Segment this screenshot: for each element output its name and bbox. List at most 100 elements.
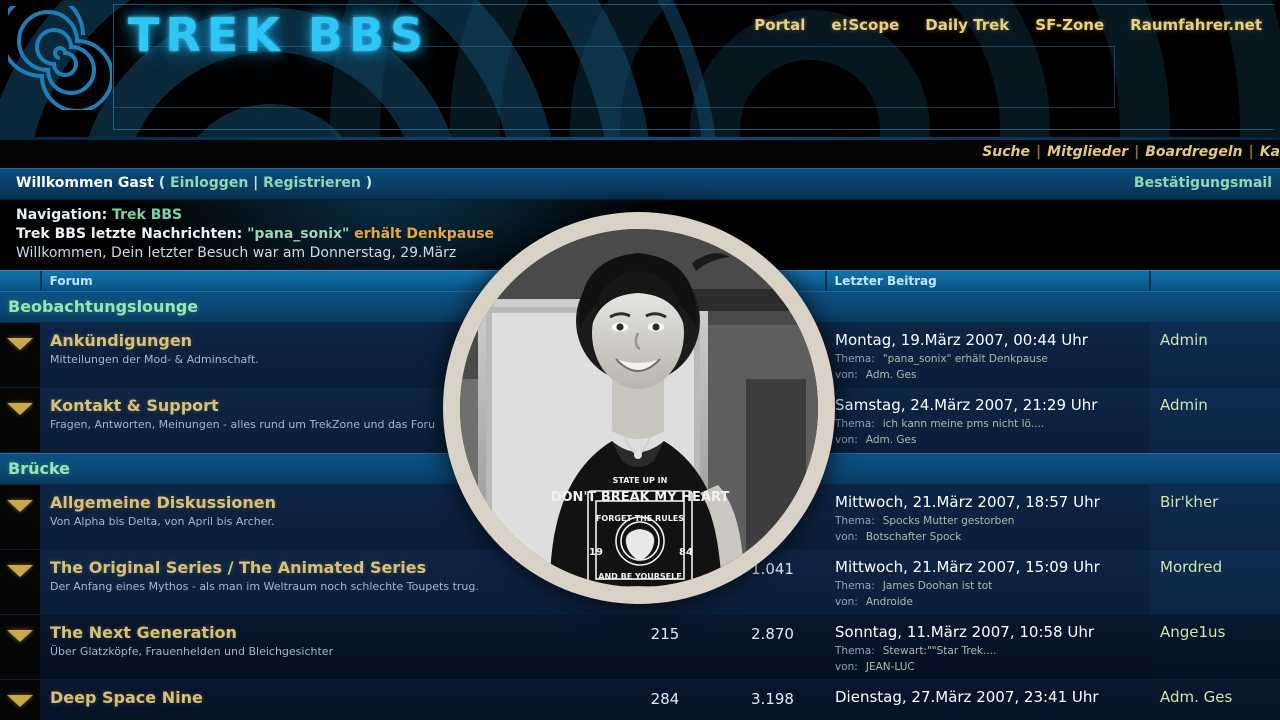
last-post-author-label: von: (835, 531, 858, 543)
secondary-navigation-bar: Suche | Mitglieder | Boardregeln | Ka (0, 140, 1280, 168)
svg-text:84: 84 (679, 547, 693, 558)
forum-unread-triangle-icon (7, 630, 33, 642)
forum-title-link[interactable]: Deep Space Nine (40, 688, 610, 707)
forum-post-count: 3.198 (751, 690, 794, 708)
subnav-separator-2: | (1134, 144, 1140, 160)
breadcrumb-label: Navigation: (16, 207, 108, 223)
last-post-topic: Thema: Stewart:""Star Trek.... (825, 641, 1150, 657)
last-post-author-value[interactable]: Botschafter Spock (858, 531, 961, 543)
last-post-date: Samstag, 24.März 2007, 21:29 Uhr (835, 396, 1098, 414)
last-post-topic: Thema: Spocks Mutter gestorben (825, 511, 1150, 527)
portrait-overlay-circle: STATE UP IN DON'T BREAK MY HEART FORGET … (443, 212, 835, 604)
topnav-item-daily-trek[interactable]: Daily Trek (925, 16, 1009, 34)
topnav-item-sf-zone[interactable]: SF-Zone (1035, 16, 1104, 34)
subnav-item-boardregeln[interactable]: Boardregeln (1145, 144, 1242, 160)
last-post-username[interactable]: Admin (1150, 396, 1280, 414)
forum-status-icon-cell (0, 388, 40, 452)
forum-status-icon-cell (0, 615, 40, 679)
last-post-author-value[interactable]: Adm. Ges (858, 369, 917, 381)
last-post-author-label: von: (835, 661, 858, 673)
last-post-topic-label: Thema: (835, 353, 875, 365)
subnav-item-suche[interactable]: Suche (982, 144, 1030, 160)
forum-info-cell: Deep Space Nine (40, 680, 610, 720)
table-row[interactable]: Deep Space Nine 284 3.198 Dienstag, 27.M… (0, 680, 1280, 720)
last-post-user-cell: Bir'kher (1150, 485, 1280, 549)
last-post-author-value[interactable]: JEAN-LUC (858, 661, 915, 673)
subnav-item-kalender-truncated[interactable]: Ka (1260, 144, 1280, 160)
last-post-cell: Mittwoch, 21.März 2007, 15:09 Uhr Thema:… (825, 550, 1150, 614)
forum-description: Über Glatzköpfe, Frauenhelden und Bleich… (50, 645, 334, 658)
forum-unread-triangle-icon (7, 695, 33, 707)
last-post-date: Sonntag, 11.März 2007, 10:58 Uhr (835, 623, 1094, 641)
th-last-post: Letzter Beitrag (827, 271, 1149, 291)
portrait-image-clip: STATE UP IN DON'T BREAK MY HEART FORGET … (460, 229, 818, 587)
forum-description: Der Anfang eines Mythos - als man im Wel… (50, 580, 479, 593)
last-post-username[interactable]: Admin (1150, 331, 1280, 349)
last-post-author-label: von: (835, 596, 858, 608)
last-post-topic-value[interactable]: ich kann meine pms nicht lö.... (875, 418, 1044, 430)
last-post-cell: Montag, 19.März 2007, 00:44 Uhr Thema: "p… (825, 323, 1150, 387)
last-post-topic: Thema: James Doohan ist tot (825, 576, 1150, 592)
last-post-topic-label: Thema: (835, 418, 875, 430)
th-last-post-label: Letzter Beitrag (834, 274, 937, 288)
last-post-author-value[interactable]: Androide (858, 596, 913, 608)
last-post-author-line: von: Androide (825, 592, 1150, 608)
forum-unread-triangle-icon (7, 565, 33, 577)
welcome-separator: | (253, 175, 259, 191)
table-row[interactable]: The Next Generation Über Glatzköpfe, Fra… (0, 615, 1280, 680)
last-post-topic-value[interactable]: James Doohan ist tot (875, 580, 993, 592)
last-post-user-cell: Ange1us (1150, 615, 1280, 679)
welcome-open-paren: ( (158, 175, 166, 191)
last-post-topic-value[interactable]: "pana_sonix" erhält Denkpause (875, 353, 1048, 365)
last-post-date: Montag, 19.März 2007, 00:44 Uhr (835, 331, 1088, 349)
breadcrumb-link-trek-bbs[interactable]: Trek BBS (112, 207, 182, 223)
spiral-logo-icon (8, 6, 112, 110)
forum-topic-count: 215 (650, 625, 680, 643)
last-post-username[interactable]: Bir'kher (1150, 493, 1280, 511)
latest-news-username: "pana_sonix" (247, 226, 350, 242)
last-post-cell: Mittwoch, 21.März 2007, 18:57 Uhr Thema:… (825, 485, 1150, 549)
topnav-item-portal[interactable]: Portal (754, 16, 805, 34)
forum-topic-count: 284 (650, 690, 680, 708)
login-link[interactable]: Einloggen (170, 175, 248, 191)
svg-text:19: 19 (589, 547, 603, 558)
last-post-topic-value[interactable]: Spocks Mutter gestorben (875, 515, 1015, 527)
last-post-username[interactable]: Ange1us (1150, 623, 1280, 641)
site-logo-text: TREK BBS (128, 8, 430, 62)
last-post-user-cell: Mordred (1150, 550, 1280, 614)
register-link[interactable]: Registrieren (263, 175, 361, 191)
subnav-separator-3: | (1248, 144, 1254, 160)
forum-status-icon-cell (0, 550, 40, 614)
svg-text:DON'T BREAK MY HEART: DON'T BREAK MY HEART (551, 490, 730, 505)
site-header: TREK BBS Portal e!Scope Daily Trek SF-Zo… (0, 0, 1280, 140)
last-post-cell: Dienstag, 27.März 2007, 23:41 Uhr (825, 680, 1150, 720)
subnav-item-mitglieder[interactable]: Mitglieder (1047, 144, 1128, 160)
last-post-author-value[interactable]: Adm. Ges (858, 434, 917, 446)
latest-news-text: erhält Denkpause (354, 226, 495, 242)
portrait-photo: STATE UP IN DON'T BREAK MY HEART FORGET … (460, 229, 818, 587)
last-post-date: Mittwoch, 21.März 2007, 15:09 Uhr (835, 558, 1100, 576)
last-post-topic-label: Thema: (835, 580, 875, 592)
forum-status-icon-cell (0, 680, 40, 720)
last-post-user-cell: Adm. Ges (1150, 680, 1280, 720)
last-post-author-line: von: Adm. Ges (825, 430, 1150, 446)
top-navigation: Portal e!Scope Daily Trek SF-Zone Raumfa… (754, 16, 1262, 34)
subnav-separator-1: | (1036, 144, 1042, 160)
confirmation-mail-link[interactable]: Bestätigungsmail (1134, 175, 1272, 191)
page-root: TREK BBS Portal e!Scope Daily Trek SF-Zo… (0, 0, 1280, 720)
last-post-author-label: von: (835, 434, 858, 446)
forum-unread-triangle-icon (7, 500, 33, 512)
last-post-username[interactable]: Mordred (1150, 558, 1280, 576)
last-post-username[interactable]: Adm. Ges (1150, 688, 1280, 706)
forum-status-icon-cell (0, 485, 40, 549)
topnav-item-escope[interactable]: e!Scope (831, 16, 899, 34)
last-post-topic-value[interactable]: Stewart:""Star Trek.... (875, 645, 997, 657)
last-post-author-line: von: JEAN-LUC (825, 657, 1150, 673)
site-logo[interactable]: TREK BBS (128, 8, 429, 62)
forum-unread-triangle-icon (7, 403, 33, 415)
welcome-close-paren: ) (365, 175, 373, 191)
last-post-user-cell: Admin (1150, 323, 1280, 387)
forum-title-link[interactable]: The Next Generation (40, 623, 610, 642)
last-post-author-line: von: Adm. Ges (825, 365, 1150, 381)
topnav-item-raumfahrer-net[interactable]: Raumfahrer.net (1130, 16, 1262, 34)
